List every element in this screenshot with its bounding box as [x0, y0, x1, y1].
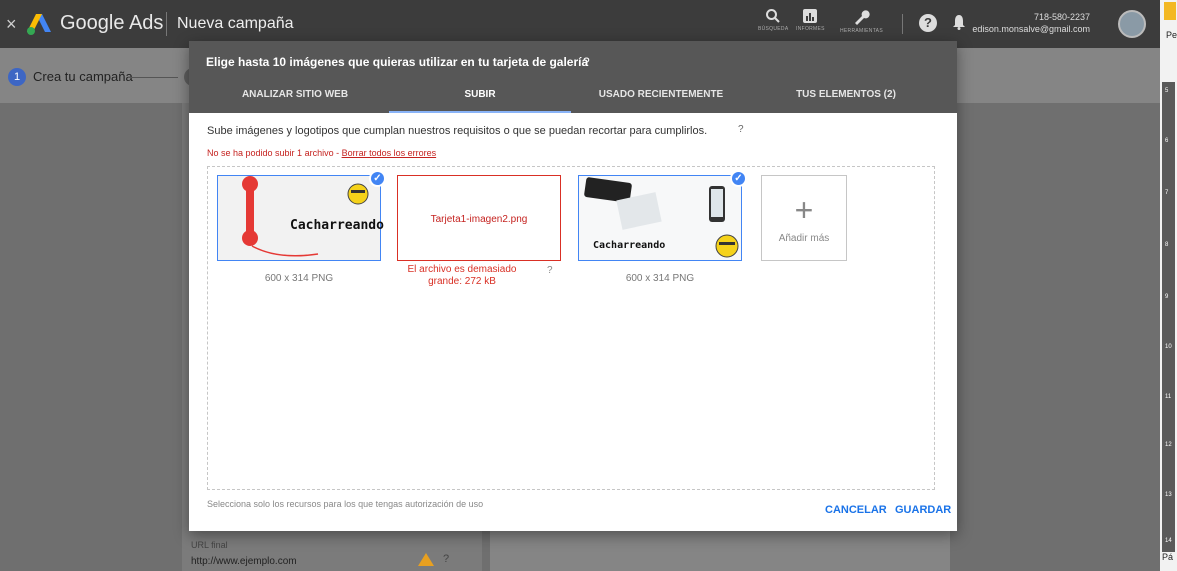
- step-label[interactable]: Crea tu campaña: [33, 69, 133, 84]
- help-icon[interactable]: ?: [738, 124, 744, 135]
- authorization-note: Selecciona solo los recursos para los qu…: [207, 499, 484, 509]
- clear-errors-link[interactable]: Borrar todos los errores: [342, 148, 437, 158]
- cancel-button[interactable]: CANCELAR: [825, 504, 887, 516]
- checkmark-icon[interactable]: ✓: [369, 170, 386, 187]
- account-phone: 718-580-2237: [1033, 12, 1090, 22]
- warning-icon: [418, 553, 434, 566]
- final-url-label: URL final: [191, 540, 228, 550]
- checkmark-icon[interactable]: ✓: [730, 170, 747, 187]
- gallery-image-dialog: Elige hasta 10 imágenes que quieras util…: [189, 41, 957, 531]
- file-too-large-error: El archivo es demasiado grande: 272 kB: [407, 264, 517, 287]
- app-brand[interactable]: Google Ads: [60, 12, 163, 35]
- ruler-number: 9: [1165, 294, 1169, 300]
- reports-icon: [803, 9, 818, 23]
- upload-instructions: Sube imágenes y logotipos que cumplan nu…: [207, 125, 708, 137]
- reports-tool-label: INFORMES: [796, 26, 825, 32]
- tools-button[interactable]: HERRAMIENTAS: [840, 8, 883, 34]
- ruler-number: 7: [1165, 190, 1169, 196]
- failed-image-filename: Tarjeta1-imagen2.png: [430, 214, 528, 225]
- close-icon[interactable]: ×: [6, 14, 17, 35]
- add-more-label: Añadir más: [778, 233, 830, 244]
- tab-tus-elementos[interactable]: TUS ELEMENTOS (2): [753, 88, 939, 113]
- tab-subir[interactable]: SUBIR: [389, 88, 571, 113]
- notifications-bell-icon[interactable]: [952, 14, 966, 30]
- final-url-input[interactable]: http://www.ejemplo.com: [191, 556, 297, 567]
- search-button[interactable]: BÚSQUEDA: [758, 8, 788, 32]
- help-icon[interactable]: ?: [547, 265, 553, 276]
- image-watermark: Cacharreando: [593, 240, 666, 251]
- vertical-ruler: 5 6 7 8 9 10 11 12 13 14: [1162, 82, 1175, 552]
- step-connector: [128, 77, 178, 78]
- tab-usado-recientemente[interactable]: USADO RECIENTEMENTE: [573, 88, 749, 113]
- save-button[interactable]: GUARDAR: [895, 504, 951, 516]
- avatar[interactable]: [1118, 10, 1146, 38]
- dialog-title: Elige hasta 10 imágenes que quieras util…: [206, 55, 589, 69]
- search-icon: [766, 9, 780, 23]
- dialog-header: Elige hasta 10 imágenes que quieras util…: [189, 41, 957, 113]
- ruler-number: 6: [1165, 138, 1169, 144]
- upload-error-text: No se ha podido subir 1 archivo -: [207, 148, 342, 158]
- step-number-badge[interactable]: 1: [8, 68, 26, 86]
- plus-icon: +: [794, 192, 814, 228]
- ruler-number: 13: [1165, 492, 1172, 498]
- image-thumbnail[interactable]: Cacharreando ✓: [217, 170, 386, 261]
- strip-top-text: Pe: [1166, 30, 1177, 40]
- google-ads-logo-icon: [27, 14, 51, 35]
- account-info[interactable]: 718-580-2237 edison.monsalve@gmail.com: [972, 11, 1090, 35]
- search-tool-label: BÚSQUEDA: [758, 26, 789, 32]
- document-icon: [1164, 2, 1176, 20]
- strip-bottom-text: Pá: [1162, 552, 1174, 562]
- image-caption: 600 x 314 PNG: [625, 273, 695, 284]
- image-watermark: Cacharreando: [290, 218, 384, 233]
- add-more-button[interactable]: + Añadir más: [761, 175, 847, 261]
- help-icon[interactable]: ?: [443, 553, 449, 565]
- ruler-number: 12: [1165, 442, 1172, 448]
- help-icon[interactable]: ?: [583, 55, 590, 69]
- help-icon[interactable]: ?: [919, 14, 937, 32]
- image-thumbnail[interactable]: Cacharreando ✓: [578, 170, 747, 261]
- ruler-number: 14: [1165, 538, 1172, 544]
- divider: [166, 12, 167, 36]
- ruler-number: 8: [1165, 242, 1169, 248]
- image-caption: 600 x 314 PNG: [264, 273, 334, 284]
- tab-analizar-sitio-web[interactable]: ANALIZAR SITIO WEB: [205, 88, 385, 113]
- tools-tool-label: HERRAMIENTAS: [840, 28, 883, 34]
- divider: [902, 14, 903, 34]
- side-document-strip: Pe 5 6 7 8 9 10 11 12 13 14 Pá: [1160, 0, 1177, 571]
- ruler-number: 11: [1165, 394, 1172, 400]
- page-title: Nueva campaña: [177, 15, 294, 32]
- reports-button[interactable]: INFORMES: [796, 8, 825, 32]
- wrench-icon: [855, 10, 871, 25]
- failed-image-thumbnail[interactable]: Tarjeta1-imagen2.png: [397, 175, 561, 261]
- upload-error-message: No se ha podido subir 1 archivo - Borrar…: [207, 148, 436, 158]
- account-email: edison.monsalve@gmail.com: [972, 24, 1090, 34]
- ruler-number: 10: [1165, 344, 1172, 350]
- ruler-number: 5: [1165, 88, 1169, 94]
